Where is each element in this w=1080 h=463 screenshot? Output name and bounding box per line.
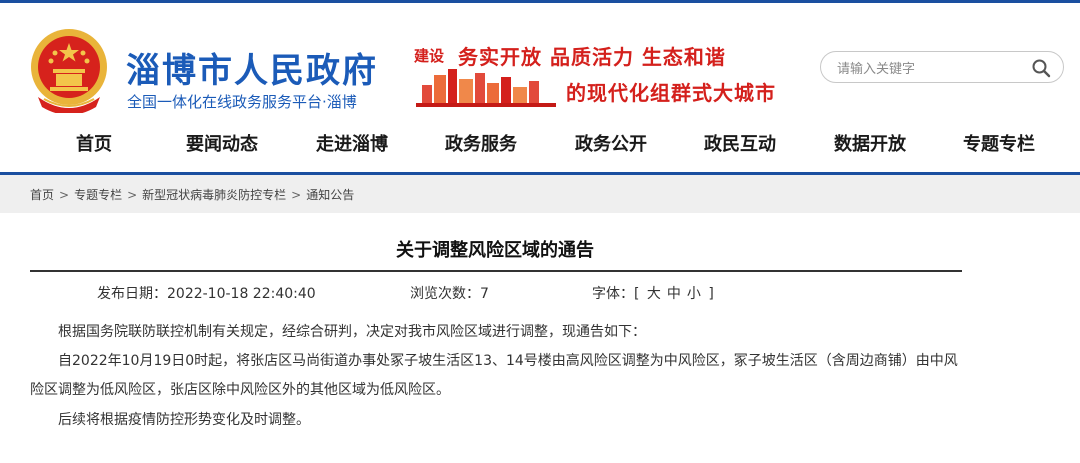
site-header: 淄博市人民政府 全国一体化在线政务服务平台·淄博 建设 务实开放 品质活力 生态… (0, 3, 1080, 115)
slogan-banner: 建设 务实开放 品质活力 生态和谐 的现代化组群式大城市 (414, 39, 804, 109)
search-box (820, 51, 1064, 83)
publish-date-label: 发布日期： (97, 286, 167, 302)
nav-item-news[interactable]: 要闻动态 (186, 130, 258, 156)
nav-item-special-topics[interactable]: 专题专栏 (963, 130, 1035, 156)
breadcrumb-covid-column[interactable]: 新型冠状病毒肺炎防控专栏 (142, 188, 286, 202)
article-title: 关于调整风险区域的通告 (396, 240, 594, 261)
font-size-label: 字体： (592, 286, 634, 302)
view-count-label: 浏览次数： (410, 286, 480, 302)
view-count-value: 7 (480, 286, 489, 302)
font-bracket-close: ] (708, 286, 714, 302)
font-size-large[interactable]: 大 (647, 286, 661, 302)
national-emblem-icon[interactable] (28, 27, 110, 113)
nav-item-open-data[interactable]: 数据开放 (834, 130, 906, 156)
font-size-medium[interactable]: 中 (667, 286, 681, 302)
city-skyline-icon (416, 69, 556, 107)
nav-item-home[interactable]: 首页 (76, 130, 112, 156)
breadcrumb-notices[interactable]: 通知公告 (306, 188, 354, 202)
view-count: 浏览次数：7 (410, 283, 489, 303)
breadcrumb-bar: 首页 > 专题专栏 > 新型冠状病毒肺炎防控专栏 > 通知公告 (0, 175, 1080, 213)
search-icon[interactable] (1031, 58, 1051, 78)
title-divider (30, 270, 962, 272)
site-title[interactable]: 淄博市人民政府 (126, 43, 378, 92)
site-subtitle[interactable]: 全国一体化在线政务服务平台·淄博 (127, 91, 357, 112)
publish-date: 发布日期：2022-10-18 22:40:40 (97, 283, 316, 303)
publish-date-value: 2022-10-18 22:40:40 (167, 286, 316, 302)
font-size-selector: 字体：[ 大中小 ] (592, 283, 714, 303)
search-input[interactable] (835, 57, 1029, 81)
nav-item-about-zibo[interactable]: 走进淄博 (316, 130, 388, 156)
breadcrumb-separator: > (59, 188, 70, 202)
slogan-line-2: 的现代化组群式大城市 (566, 81, 776, 105)
article-paragraph: 根据国务院联防联控机制有关规定，经综合研判，决定对我市风险区域进行调整，现通告如… (58, 324, 646, 340)
breadcrumb: 首页 > 专题专栏 > 新型冠状病毒肺炎防控专栏 > 通知公告 (30, 186, 354, 203)
article-paragraph: 后续将根据疫情防控形势变化及时调整。 (58, 412, 310, 428)
breadcrumb-special-topics[interactable]: 专题专栏 (74, 188, 122, 202)
nav-item-disclosure[interactable]: 政务公开 (575, 130, 647, 156)
breadcrumb-home[interactable]: 首页 (30, 188, 54, 202)
font-bracket-open: [ (634, 286, 640, 302)
breadcrumb-separator: > (127, 188, 138, 202)
main-nav: 首页 要闻动态 走进淄博 政务服务 政务公开 政民互动 数据开放 专题专栏 (0, 116, 1080, 172)
breadcrumb-separator: > (291, 188, 302, 202)
font-size-small[interactable]: 小 (687, 286, 701, 302)
nav-item-interaction[interactable]: 政民互动 (704, 130, 776, 156)
nav-item-services[interactable]: 政务服务 (445, 130, 517, 156)
slogan-lead: 建设 (414, 47, 445, 65)
article-paragraph: 自2022年10月19日0时起，将张店区马尚街道办事处冢子坡生活区13、14号楼… (30, 353, 958, 398)
